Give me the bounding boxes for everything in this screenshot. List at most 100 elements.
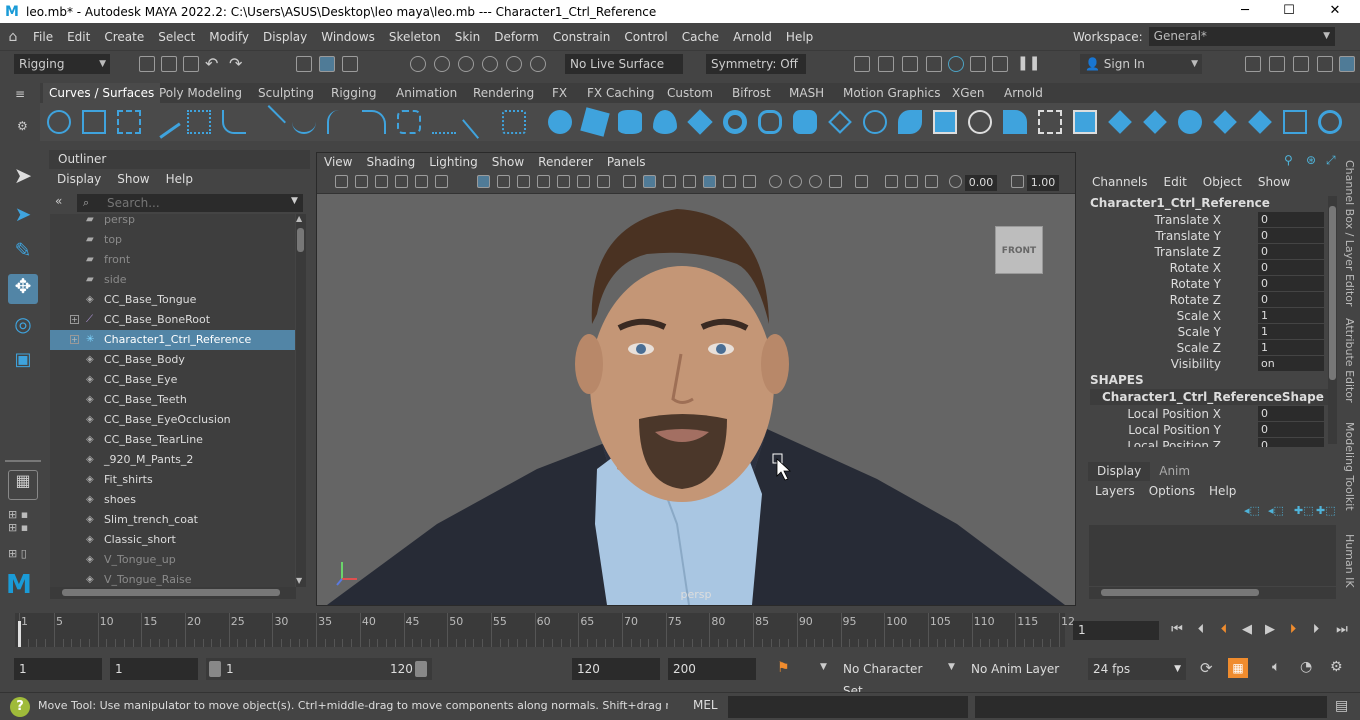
channel-value-field[interactable]: 0 (1258, 212, 1324, 227)
outliner-row[interactable]: ▰ side (50, 270, 295, 290)
go-to-start-icon[interactable]: ⏮ (1168, 620, 1186, 640)
image-plane-icon[interactable] (395, 175, 408, 188)
menu-file[interactable]: File (26, 30, 60, 44)
mel-command-input[interactable] (728, 696, 968, 718)
pause-icon[interactable]: ❚❚ (1017, 55, 1040, 71)
animation-prefs-icon[interactable]: ▦ (1228, 658, 1248, 678)
grid-icon[interactable] (477, 175, 490, 188)
view-cube[interactable]: FRONT (995, 226, 1043, 274)
channel-value-field[interactable]: 0 (1258, 276, 1324, 291)
render-view-icon[interactable] (854, 56, 870, 72)
current-time-marker[interactable] (18, 621, 21, 647)
render-frame-icon[interactable] (878, 56, 894, 72)
wireframe-icon[interactable] (623, 175, 636, 188)
lasso-tool-icon[interactable]: ➤ (8, 202, 38, 232)
outliner-scrollbar[interactable]: ▲ ▼ (296, 214, 306, 587)
snap-surface-icon[interactable] (506, 56, 522, 72)
exposure-field[interactable]: 0.00 (965, 175, 997, 191)
attach-curve-icon[interactable] (327, 110, 351, 134)
tab-poly-modeling[interactable]: Poly Modeling (153, 83, 248, 103)
go-to-end-icon[interactable]: ⏭ (1333, 620, 1351, 640)
vp-menu-shading[interactable]: Shading (359, 153, 422, 172)
menu-deform[interactable]: Deform (487, 30, 546, 44)
move-layer-up-icon[interactable]: ◂⬚ (1244, 504, 1260, 517)
outliner-row[interactable]: ▰ front (50, 250, 295, 270)
new-scene-icon[interactable] (139, 56, 155, 72)
outliner-row[interactable]: ◈ CC_Base_Teeth (50, 390, 295, 410)
outliner-row[interactable]: ◈ Classic_short (50, 530, 295, 550)
safe-action-icon[interactable] (577, 175, 590, 188)
vp-menu-lighting[interactable]: Lighting (422, 153, 485, 172)
tab-attribute-editor[interactable]: Attribute Editor (1343, 318, 1356, 403)
gamma-icon[interactable] (1011, 175, 1024, 188)
snap-point-icon[interactable] (458, 56, 474, 72)
snapshot-icon[interactable]: ⊛ (1306, 153, 1316, 167)
tab-motion-graphics[interactable]: Motion Graphics (837, 83, 947, 103)
le-menu-help[interactable]: Help (1202, 482, 1243, 500)
rebuild-surface-icon[interactable] (1283, 110, 1307, 134)
new-layer-selected-icon[interactable]: ✚⬚ (1316, 504, 1336, 517)
step-back-key-icon[interactable]: ⏴ (1215, 620, 1233, 640)
symmetry-dropdown[interactable]: Symmetry: Off (706, 54, 806, 74)
tab-bifrost[interactable]: Bifrost (726, 83, 777, 103)
outliner-row[interactable]: ◈ CC_Base_TearLine (50, 430, 295, 450)
step-back-frame-icon[interactable]: ⏴ (1192, 620, 1210, 640)
attribute-editor-icon[interactable] (1269, 56, 1285, 72)
expand-icon[interactable]: + (70, 335, 79, 344)
tab-arnold[interactable]: Arnold (998, 83, 1049, 103)
range-end-handle[interactable] (415, 661, 427, 677)
nurbs-cylinder-icon[interactable] (618, 110, 642, 134)
range-slider-bar[interactable]: 1 120 (206, 658, 432, 680)
outliner-hscrollbar[interactable] (50, 587, 296, 599)
channel-value-field[interactable]: 0 (1258, 260, 1324, 275)
select-hierarchy-icon[interactable] (296, 56, 312, 72)
scale-tool-icon[interactable]: ▣ (8, 349, 38, 379)
cb-menu-edit[interactable]: Edit (1156, 173, 1195, 191)
playback-start-field[interactable]: 1 (110, 658, 198, 680)
bevel-icon[interactable] (1003, 110, 1027, 134)
render-settings-icon[interactable] (926, 56, 942, 72)
select-tool-icon[interactable]: ➤ (8, 164, 38, 194)
outliner-row[interactable]: ◈ CC_Base_Eye (50, 370, 295, 390)
tab-curves-surfaces[interactable]: Curves / Surfaces (43, 83, 161, 103)
single-perspective-layout-icon[interactable]: ▦ (8, 470, 38, 500)
screen-space-ao-icon[interactable] (769, 175, 782, 188)
mel-label[interactable]: MEL (693, 698, 718, 712)
tab-anim[interactable]: Anim (1150, 462, 1199, 481)
planar-icon[interactable] (828, 110, 852, 134)
channel-value-field[interactable]: 0 (1258, 244, 1324, 259)
gamma-field[interactable]: 1.00 (1027, 175, 1059, 191)
menu-arnold[interactable]: Arnold (726, 30, 779, 44)
menu-skeleton[interactable]: Skeleton (382, 30, 448, 44)
minimize-button[interactable]: ─ (1222, 0, 1268, 23)
birail-icon[interactable] (898, 110, 922, 134)
tab-modeling-toolkit[interactable]: Modeling Toolkit (1343, 422, 1356, 511)
nurbs-cone-icon[interactable] (653, 110, 677, 134)
viewport-panel[interactable]: View Shading Lighting Show Renderer Pane… (316, 152, 1076, 606)
paint-select-icon[interactable]: ✎ (8, 238, 38, 268)
chevron-down-icon[interactable]: ▼ (948, 662, 955, 672)
hierarchy-icon[interactable]: ⚲ (1284, 153, 1293, 167)
extend-surface-icon[interactable] (1178, 110, 1202, 134)
tab-fx-caching[interactable]: FX Caching (581, 83, 660, 103)
tab-sculpting[interactable]: Sculpting (252, 83, 320, 103)
expand-icon[interactable]: + (70, 315, 79, 324)
script-editor-icon[interactable]: ▤ (1335, 698, 1348, 714)
new-layer-icon[interactable]: ✚⬚ (1294, 504, 1314, 517)
open-scene-icon[interactable] (161, 56, 177, 72)
scroll-down-icon[interactable]: ▼ (296, 576, 302, 585)
menu-control[interactable]: Control (617, 30, 674, 44)
le-menu-options[interactable]: Options (1142, 482, 1202, 500)
current-frame-field[interactable]: 1 (1073, 621, 1159, 640)
animation-start-field[interactable]: 1 (14, 658, 102, 680)
menu-create[interactable]: Create (97, 30, 151, 44)
exposure-icon[interactable] (949, 175, 962, 188)
snap-view-icon[interactable] (482, 56, 498, 72)
outliner-row[interactable]: ▰ top (50, 230, 295, 250)
channel-value-field[interactable]: 1 (1258, 324, 1324, 339)
channel-box-icon[interactable] (1317, 56, 1333, 72)
tab-xgen[interactable]: XGen (946, 83, 991, 103)
tab-channel-box-layer-editor[interactable]: Channel Box / Layer Editor (1343, 160, 1356, 307)
search-options-icon[interactable]: « (55, 194, 62, 208)
sculpt-surface-icon[interactable] (1318, 110, 1342, 134)
